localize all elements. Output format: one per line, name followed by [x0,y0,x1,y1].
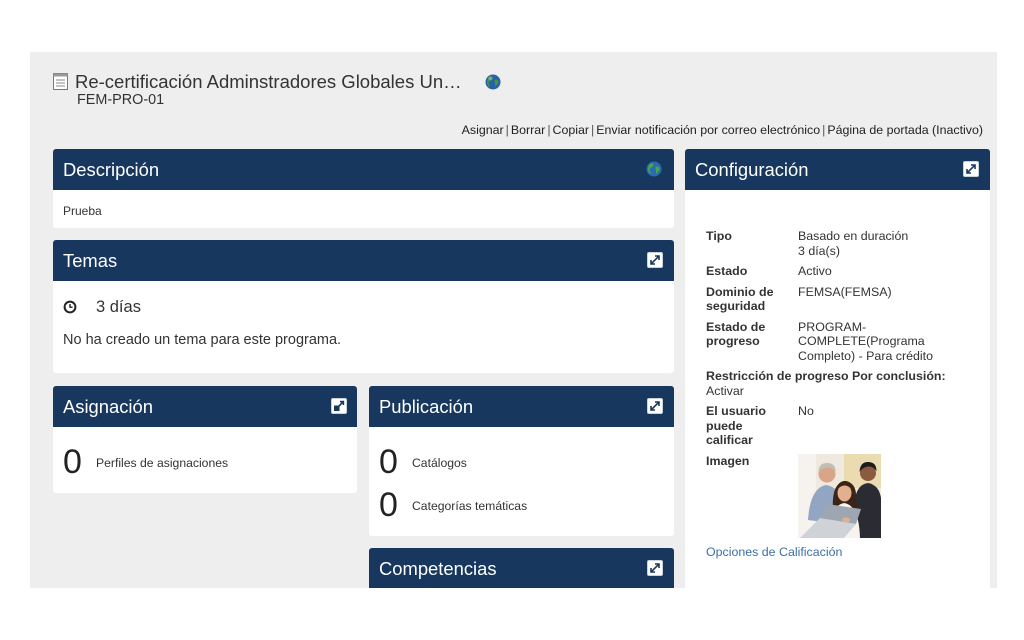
config-row-type: Tipo Basado en duración 3 día(s) [706,226,948,261]
assignment-header: Asignación [53,386,357,427]
thematic-categories-count: 0 [379,486,398,524]
action-links: Asignar | Borrar | Copiar | Enviar notificació… [462,123,983,137]
config-type-value-text: Basado en duración [798,229,909,243]
assignment-profiles-row[interactable]: 0 Perfiles de asignaciones [53,441,357,484]
config-progress-restriction-label: Restricción de progreso Por conclusión: [706,369,946,383]
edit-icon[interactable] [647,252,663,268]
description-header: Descripción [53,149,674,190]
config-row-progress-restriction: Restricción de progreso Por conclusión: … [706,366,948,401]
content-area: Re-certificación Adminstradores Globales… [30,52,997,588]
publication-body: 0 Catálogos 0 Categorías temáticas [369,427,674,536]
page-title: Re-certificación Adminstradores Globales… [75,71,462,92]
description-panel: Descripción Prueba [53,149,674,228]
program-image-photo [798,453,881,538]
config-row-status: Estado Activo [706,261,948,282]
assignment-profiles-count: 0 [63,443,82,481]
config-image-label: Imagen [706,453,750,468]
assign-link[interactable]: Asignar [462,123,504,137]
email-notification-link[interactable]: Enviar notificación por correo electróni… [596,123,820,137]
thematic-categories-label: Categorías temáticas [412,498,528,513]
config-user-can-rate-value: No [798,404,814,418]
configuration-panel: Configuración Tipo Basado en duración 3 … [685,149,990,588]
config-row-user-can-rate: El usuario puede calificar No [706,401,948,451]
edit-icon[interactable] [647,560,663,576]
config-row-progress-state: Estado de progreso PROGRAM-COMPLETE(Prog… [706,317,948,367]
competencies-panel: Competencias [369,548,674,588]
globe-icon[interactable] [485,74,501,90]
description-body: Prueba [53,190,674,228]
config-type-label: Tipo [706,229,732,243]
config-progress-state-label: Estado de progreso [706,319,766,349]
config-security-domain-label: Dominio de seguridad [706,284,774,314]
action-separator: | [822,123,826,137]
assignment-profiles-label: Perfiles de asignaciones [96,455,229,470]
config-status-value: Activo [798,264,832,278]
globe-icon[interactable] [646,161,662,177]
delete-link[interactable]: Borrar [511,123,545,137]
publication-header: Publicación [369,386,674,427]
competencies-title: Competencias [379,558,497,579]
program-code: FEM-PRO-01 [77,92,165,108]
topics-title: Temas [63,250,118,271]
topics-duration: 3 días [96,298,141,316]
topics-header: Temas [53,240,674,281]
config-progress-restriction-value: Activar [706,383,744,398]
clock-icon [63,300,77,314]
config-status-label: Estado [706,264,748,278]
publication-panel: Publicación 0 Catálogos 0 Categorías tem… [369,386,674,536]
publication-title: Publicación [379,396,474,417]
document-icon [53,73,68,90]
config-progress-restriction: Restricción de progreso Por conclusión: … [706,366,948,401]
cover-page-link[interactable]: Página de portada (Inactivo) [827,123,983,137]
catalogs-row[interactable]: 0 Catálogos [369,441,674,484]
assignment-title: Asignación [63,396,153,417]
config-type-detail: 3 día(s) [798,243,841,258]
expand-icon[interactable] [331,398,347,414]
configuration-title: Configuración [695,159,809,180]
description-title: Descripción [63,159,160,180]
configuration-body: Tipo Basado en duración 3 día(s) Estado … [685,190,990,588]
copy-link[interactable]: Copiar [553,123,590,137]
config-row-security-domain: Dominio de seguridad FEMSA(FEMSA) [706,282,948,317]
topics-body: 3 días No ha creado un tema para este pr… [53,281,674,373]
config-progress-state-value: PROGRAM-COMPLETE(Programa Completo) - Pa… [798,319,933,363]
grading-options-link[interactable]: Opciones de Calificación [706,545,842,560]
assignment-panel: Asignación 0 Perfiles de asignaciones [53,386,357,493]
configuration-header: Configuración [685,149,990,190]
description-text: Prueba [63,204,102,218]
competencies-header: Competencias [369,548,674,588]
action-separator: | [591,123,595,137]
config-image-cell [798,451,948,541]
action-separator: | [547,123,551,137]
thematic-categories-row[interactable]: 0 Categorías temáticas [369,484,674,527]
topics-panel: Temas 3 días No ha creado un tema para e… [53,240,674,373]
catalogs-count: 0 [379,443,398,481]
config-security-domain-value: FEMSA(FEMSA) [798,284,892,299]
config-type-value: Basado en duración 3 día(s) [798,226,948,261]
configuration-table: Tipo Basado en duración 3 día(s) Estado … [706,226,948,541]
assignment-body: 0 Perfiles de asignaciones [53,427,357,493]
edit-icon[interactable] [647,398,663,414]
topics-empty-message: No ha creado un tema para este programa. [63,332,342,348]
config-row-image: Imagen [706,451,948,541]
action-separator: | [505,123,509,137]
catalogs-label: Catálogos [412,455,467,470]
edit-icon[interactable] [963,161,979,177]
config-user-can-rate-label: El usuario puede calificar [706,404,766,447]
